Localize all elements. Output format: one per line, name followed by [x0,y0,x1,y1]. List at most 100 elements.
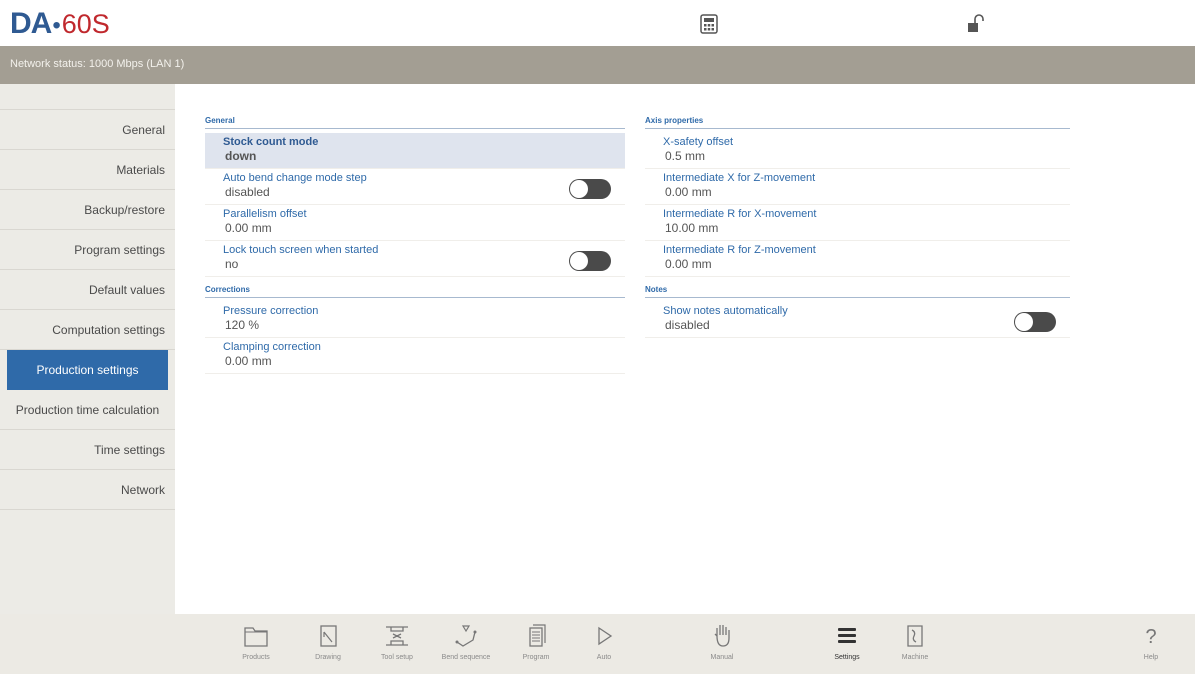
tab-label: Auto [596,654,612,661]
tab-label: Bend sequence [441,654,491,661]
setting-intermediate-r-z[interactable]: Intermediate R for Z-movement 0.00 mm [645,241,1070,277]
tool-setup-icon [386,626,408,646]
setting-value: 0.00 mm [665,185,712,199]
sidebar-item-production-time-calculation[interactable]: Production time calculation [0,390,175,430]
setting-label: Intermediate R for Z-movement [663,244,816,256]
setting-value: 0.5 mm [665,149,706,163]
sidebar-item-backup-restore[interactable]: Backup/restore [0,190,175,230]
tab-auto[interactable]: Auto [576,622,632,672]
settings-sidebar: General Materials Backup/restore Program… [0,84,175,614]
section-title-corrections: Corrections [205,285,625,298]
status-bar: Network status: 1000 Mbps (LAN 1) [0,46,1195,84]
bend-sequence-icon [455,625,477,647]
tab-tool-setup[interactable]: Tool setup [369,622,425,672]
lock-touch-toggle[interactable] [569,251,611,271]
sidebar-item-materials[interactable]: Materials [0,150,175,190]
drawing-icon [320,625,337,647]
tab-manual[interactable]: Manual [694,622,750,672]
program-icon [529,624,546,647]
setting-intermediate-x-z[interactable]: Intermediate X for Z-movement 0.00 mm [645,169,1070,205]
sidebar-item-general[interactable]: General [0,110,175,150]
left-column: General Stock count mode down Auto bend … [205,116,625,374]
setting-value: 120 % [225,318,260,332]
hand-icon [714,625,730,647]
setting-label: Intermediate R for X-movement [663,208,817,220]
sidebar-item-network[interactable]: Network [0,470,175,510]
setting-x-safety-offset[interactable]: X-safety offset 0.5 mm [645,133,1070,169]
tab-label: Help [1143,654,1159,661]
setting-label: Intermediate X for Z-movement [663,172,816,184]
setting-auto-bend-change-mode-step[interactable]: Auto bend change mode step disabled [205,169,625,205]
setting-pressure-correction[interactable]: Pressure correction 120 % [205,302,625,338]
tab-label: Manual [710,654,734,661]
settings-list-icon [838,628,856,643]
setting-value: 10.00 mm [665,221,719,235]
network-status: Network status: 1000 Mbps (LAN 1) [10,58,185,70]
svg-text:?: ? [1145,626,1156,648]
help-icon: ? [1145,626,1156,648]
setting-lock-touch-screen[interactable]: Lock touch screen when started no [205,241,625,277]
setting-value: disabled [225,185,270,199]
show-notes-toggle[interactable] [1014,312,1056,332]
setting-label: X-safety offset [663,136,734,148]
right-column: Axis properties X-safety offset 0.5 mm I… [645,116,1070,338]
tab-label: Drawing [315,654,341,661]
unlock-icon[interactable] [966,14,986,34]
sidebar-item-time-settings[interactable]: Time settings [0,430,175,470]
setting-value: no [225,257,239,271]
settings-content: General Stock count mode down Auto bend … [175,84,1195,614]
setting-stock-count-mode[interactable]: Stock count mode down [205,133,625,169]
auto-bend-toggle[interactable] [569,179,611,199]
setting-parallelism-offset[interactable]: Parallelism offset 0.00 mm [205,205,625,241]
tab-label: Program [522,654,550,661]
tab-products[interactable]: Products [228,622,284,672]
setting-value: 0.00 mm [225,221,272,235]
logo-dot: • [52,12,61,39]
tab-label: Tool setup [381,654,413,661]
app-logo: DA • 60S [10,7,110,40]
setting-value: disabled [665,318,710,332]
setting-label: Stock count mode [223,136,319,148]
setting-label: Auto bend change mode step [223,172,367,184]
logo-brand: DA [10,7,52,40]
play-icon [598,626,613,646]
folder-icon [244,627,268,647]
sidebar-item-computation-settings[interactable]: Computation settings [0,310,175,350]
tab-settings[interactable]: Settings [819,622,875,672]
bottom-navigation: Products Drawing Tool setup Bend sequenc… [0,614,1195,674]
setting-value: down [225,149,257,163]
machine-icon [907,625,923,647]
setting-value: 0.00 mm [665,257,712,271]
app-header: DA • 60S [0,0,1195,46]
sidebar-top-spacer [0,84,175,110]
tab-label: Machine [901,654,929,661]
tab-program[interactable]: Program [508,622,564,672]
section-title-axis-properties: Axis properties [645,116,1070,129]
setting-label: Clamping correction [223,341,321,353]
setting-label: Pressure correction [223,305,319,317]
setting-label: Parallelism offset [223,208,307,220]
tab-bend-sequence[interactable]: Bend sequence [438,622,494,672]
tab-drawing[interactable]: Drawing [300,622,356,672]
setting-value: 0.00 mm [225,354,272,368]
setting-label: Lock touch screen when started [223,244,379,256]
setting-clamping-correction[interactable]: Clamping correction 0.00 mm [205,338,625,374]
toggle-knob [1015,313,1033,331]
tab-label: Products [242,654,270,661]
toggle-knob [570,180,588,198]
sidebar-item-default-values[interactable]: Default values [0,270,175,310]
section-title-notes: Notes [645,285,1070,298]
setting-intermediate-r-x[interactable]: Intermediate R for X-movement 10.00 mm [645,205,1070,241]
tab-help[interactable]: ? Help [1123,622,1179,672]
sidebar-item-production-settings[interactable]: Production settings [7,350,168,390]
setting-show-notes[interactable]: Show notes automatically disabled [645,302,1070,338]
toggle-knob [570,252,588,270]
tab-label: Settings [834,654,860,661]
sidebar-item-program-settings[interactable]: Program settings [0,230,175,270]
setting-label: Show notes automatically [663,305,788,317]
tab-machine[interactable]: Machine [887,622,943,672]
calculator-icon[interactable] [700,14,720,34]
logo-model: 60S [61,9,110,39]
